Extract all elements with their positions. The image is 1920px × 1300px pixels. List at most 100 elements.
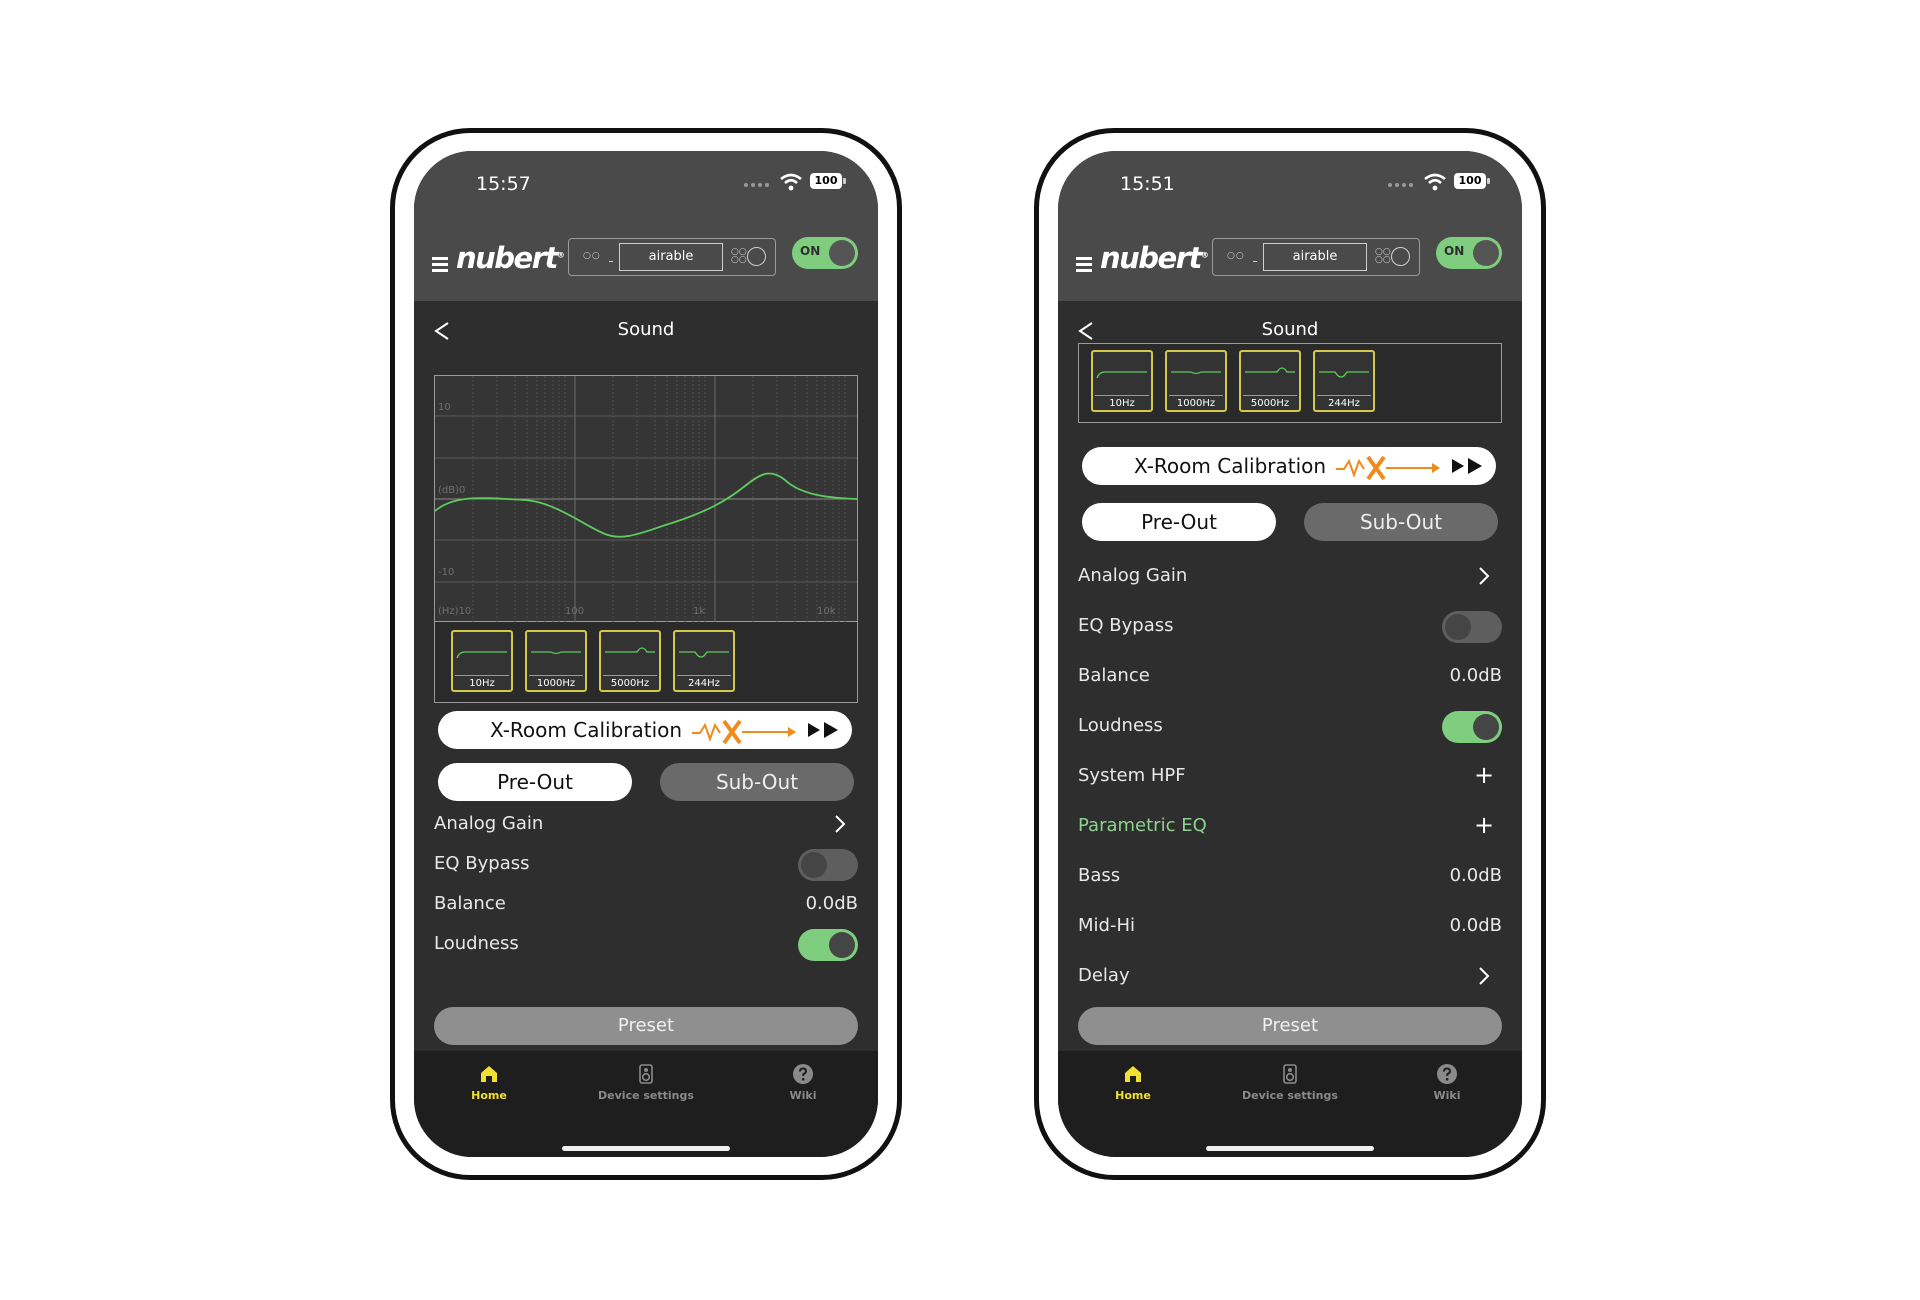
eq-bypass-switch[interactable] (798, 849, 858, 881)
menu-icon[interactable] (432, 257, 448, 272)
phone-frame-right: 15:51 100 nubert® ○○ airable ○○ ○○ ON So… (1034, 128, 1546, 1180)
phone-frame-left: 15:57 100 nubert® ○○ airable ○○ ○○ ON So… (390, 128, 902, 1180)
tab-label: Device settings (1242, 1089, 1338, 1102)
status-bar: 15:57 100 (414, 151, 878, 231)
filter-thumb[interactable]: 1000Hz (1165, 350, 1227, 412)
setting-analog-gain[interactable]: Analog Gain (1078, 559, 1502, 595)
power-toggle[interactable]: ON (1436, 237, 1502, 269)
home-icon (481, 1066, 497, 1082)
filter-label: 244Hz (1328, 398, 1360, 409)
status-bar: 15:51 100 (1058, 151, 1522, 231)
setting-label: Analog Gain (1078, 565, 1188, 586)
filter-thumb[interactable]: 244Hz (673, 630, 735, 692)
device-widget[interactable]: ○○ airable ○○ ○○ (568, 238, 776, 276)
tab-sub-out[interactable]: Sub-Out (1304, 503, 1498, 541)
chevron-right-icon (1479, 567, 1490, 585)
status-time: 15:57 (476, 173, 531, 195)
bottom-tab-bar: Home Device settings Wiki (1058, 1051, 1522, 1157)
filter-thumb[interactable]: 10Hz (1091, 350, 1153, 412)
filter-panel: 10Hz 1000Hz 5000Hz 244Hz (1078, 343, 1502, 423)
setting-analog-gain[interactable]: Analog Gain (434, 807, 858, 843)
battery-icon: 100 (810, 173, 846, 189)
y-label-minus-10: -10 (438, 567, 454, 578)
eq-bypass-switch[interactable] (1442, 611, 1502, 643)
setting-parametric-eq[interactable]: Parametric EQ + (1078, 809, 1502, 845)
preset-button[interactable]: Preset (1078, 1007, 1502, 1045)
filter-label: 5000Hz (1250, 398, 1290, 409)
setting-label: Balance (434, 893, 506, 914)
setting-mid-hi[interactable]: Mid-Hi 0.0dB (1078, 909, 1502, 945)
setting-balance[interactable]: Balance 0.0dB (1078, 659, 1502, 695)
setting-balance[interactable]: Balance 0.0dB (434, 887, 858, 923)
setting-label: Bass (1078, 865, 1121, 886)
app-header: nubert® ○○ airable ○○ ○○ ON (1058, 231, 1522, 301)
peak-curve-icon (605, 647, 655, 653)
notch-curve-icon (679, 651, 729, 658)
tab-wiki[interactable]: Wiki (728, 1063, 878, 1102)
home-indicator[interactable] (1206, 1146, 1374, 1151)
device-widget[interactable]: ○○ airable ○○ ○○ (1212, 238, 1420, 276)
device-display: airable (619, 243, 723, 271)
power-toggle-label: ON (800, 244, 821, 258)
setting-eq-bypass: EQ Bypass (1078, 609, 1502, 645)
wifi-icon (780, 173, 802, 191)
filter-label: 5000Hz (610, 678, 650, 689)
filter-thumb[interactable]: 5000Hz (1239, 350, 1301, 412)
setting-bass[interactable]: Bass 0.0dB (1078, 859, 1502, 895)
eq-panel: 10 (dB)0 -10 (Hz)10 100 1k 10k 10Hz 1000… (434, 375, 858, 703)
y-label-10: 10 (438, 402, 451, 413)
filter-thumb[interactable]: 5000Hz (599, 630, 661, 692)
page-title: Sound (1261, 319, 1319, 340)
setting-value: 0.0dB (1449, 865, 1502, 886)
device-button-icon: ○○ ○○ (1375, 247, 1391, 265)
x-label-10: (Hz)10 (438, 606, 471, 617)
home-indicator[interactable] (562, 1146, 730, 1151)
signal-icon (1388, 183, 1414, 187)
tab-device-settings[interactable]: Device settings (571, 1063, 721, 1102)
setting-value: 0.0dB (1449, 665, 1502, 686)
y-label-0: (dB)0 (438, 485, 465, 496)
setting-label: EQ Bypass (1078, 615, 1174, 636)
xroom-calibration-button[interactable]: X-Room Calibration (1082, 447, 1496, 485)
preset-button[interactable]: Preset (434, 1007, 858, 1045)
flat-curve-icon (1096, 371, 1147, 379)
page-title: Sound (617, 319, 675, 340)
setting-system-hpf[interactable]: System HPF + (1078, 759, 1502, 795)
xroom-calibration-button[interactable]: X-Room Calibration (438, 711, 852, 749)
setting-label: Loudness (434, 933, 519, 954)
phone-screen: 15:51 100 nubert® ○○ airable ○○ ○○ ON So… (1058, 151, 1522, 1157)
filter-thumb[interactable]: 244Hz (1313, 350, 1375, 412)
device-button-icon: ○○ ○○ (731, 247, 747, 265)
xroom-calibration-label: X-Room Calibration (1134, 454, 1327, 478)
tab-wiki[interactable]: Wiki (1372, 1063, 1522, 1102)
device-mark-icon (609, 261, 613, 262)
tab-device-settings[interactable]: Device settings (1215, 1063, 1365, 1102)
flat-curve-icon (456, 651, 507, 659)
tab-home[interactable]: Home (414, 1063, 564, 1102)
device-mark-icon (1253, 261, 1257, 262)
power-toggle-knob (829, 240, 855, 266)
loudness-switch[interactable] (798, 929, 858, 961)
eq-response-graph[interactable]: 10 (dB)0 -10 (Hz)10 100 1k 10k (434, 376, 858, 622)
setting-label: EQ Bypass (434, 853, 530, 874)
signal-icon (744, 183, 770, 187)
fast-forward-icon (808, 722, 838, 738)
app-header: nubert® ○○ airable ○○ ○○ ON (414, 231, 878, 301)
tab-pre-out[interactable]: Pre-Out (1082, 503, 1276, 541)
filter-label: 1000Hz (536, 678, 576, 689)
filter-thumb[interactable]: 1000Hz (525, 630, 587, 692)
x-label-1k: 1k (693, 606, 705, 617)
power-toggle[interactable]: ON (792, 237, 858, 269)
tab-pre-out[interactable]: Pre-Out (438, 763, 632, 801)
setting-delay[interactable]: Delay (1078, 959, 1502, 995)
loudness-switch[interactable] (1442, 711, 1502, 743)
status-time: 15:51 (1120, 173, 1175, 195)
power-toggle-label: ON (1444, 244, 1465, 258)
menu-icon[interactable] (1076, 257, 1092, 272)
tab-home[interactable]: Home (1058, 1063, 1208, 1102)
setting-label: Parametric EQ (1078, 815, 1207, 836)
phone-screen: 15:57 100 nubert® ○○ airable ○○ ○○ ON So… (414, 151, 878, 1157)
filter-thumb[interactable]: 10Hz (451, 630, 513, 692)
filter-label: 10Hz (469, 678, 495, 689)
tab-sub-out[interactable]: Sub-Out (660, 763, 854, 801)
